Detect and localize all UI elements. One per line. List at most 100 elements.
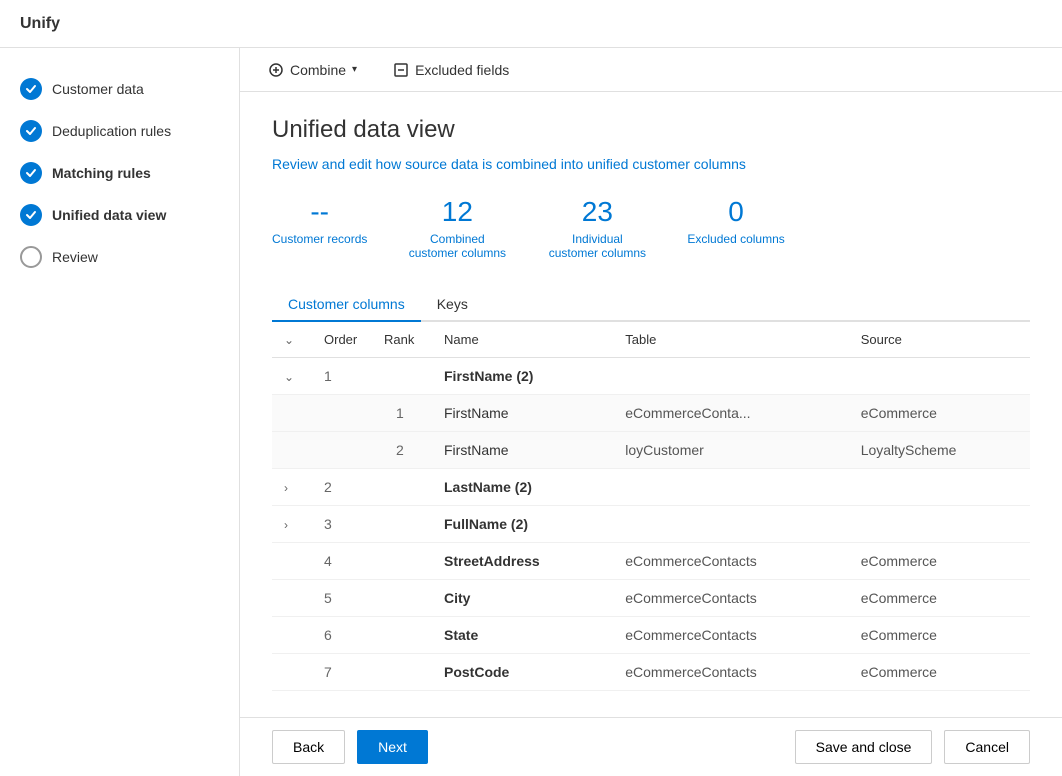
row-source: LoyaltyScheme [849, 432, 1030, 469]
row-expand-empty [272, 543, 312, 580]
tab-customer-columns[interactable]: Customer columns [272, 288, 421, 322]
row-name: FirstName [432, 395, 613, 432]
row-source: eCommerce [849, 395, 1030, 432]
stat-value-combined-columns: 12 [442, 196, 473, 228]
row-source [849, 358, 1030, 395]
sidebar-label-matching-rules: Matching rules [52, 165, 151, 181]
excluded-fields-button[interactable]: Excluded fields [385, 58, 517, 82]
table-row: 7 PostCode eCommerceContacts eCommerce [272, 654, 1030, 691]
row-source: eCommerce [849, 580, 1030, 617]
toolbar: Combine ▾ Excluded fields [240, 48, 1062, 92]
row-source [849, 506, 1030, 543]
row-table: eCommerceContacts [613, 617, 848, 654]
sidebar-item-deduplication-rules[interactable]: Deduplication rules [0, 110, 239, 152]
data-table: ⌄ Order Rank Name Table Source ⌄ 1 [272, 322, 1030, 691]
row-name: FirstName (2) [432, 358, 613, 395]
row-source: eCommerce [849, 654, 1030, 691]
stat-label-customer-records: Customer records [272, 232, 367, 246]
sidebar-item-customer-data[interactable]: Customer data [0, 68, 239, 110]
row-source: eCommerce [849, 617, 1030, 654]
table-row: 6 State eCommerceContacts eCommerce [272, 617, 1030, 654]
row-table: loyCustomer [613, 432, 848, 469]
th-order: Order [312, 322, 372, 358]
check-icon-customer-data [20, 78, 42, 100]
tab-keys[interactable]: Keys [421, 288, 484, 322]
table-row: 4 StreetAddress eCommerceContacts eComme… [272, 543, 1030, 580]
th-rank: Rank [372, 322, 432, 358]
row-order [312, 395, 372, 432]
stats-row: -- Customer records 12 Combined customer… [272, 196, 1030, 260]
chevron-right-icon-fullname[interactable]: › [284, 518, 288, 532]
row-order: 3 [312, 506, 372, 543]
row-table [613, 506, 848, 543]
excluded-fields-label: Excluded fields [415, 62, 509, 78]
row-name: FullName (2) [432, 506, 613, 543]
row-order: 2 [312, 469, 372, 506]
row-rank [372, 469, 432, 506]
combine-label: Combine [290, 62, 346, 78]
row-expand-empty [272, 580, 312, 617]
table-row: 5 City eCommerceContacts eCommerce [272, 580, 1030, 617]
main-layout: Customer data Deduplication rules Matchi… [0, 48, 1062, 776]
chevron-right-icon[interactable]: › [284, 481, 288, 495]
check-icon-matching-rules [20, 162, 42, 184]
back-button[interactable]: Back [272, 730, 345, 764]
row-order: 4 [312, 543, 372, 580]
stat-label-combined-columns: Combined customer columns [407, 232, 507, 260]
row-table [613, 358, 848, 395]
row-name: LastName (2) [432, 469, 613, 506]
sidebar-label-unified-data-view: Unified data view [52, 207, 166, 223]
footer-right: Save and close Cancel [795, 730, 1030, 764]
row-rank [372, 358, 432, 395]
content-area: Combine ▾ Excluded fields Unified data v… [240, 48, 1062, 776]
row-source: eCommerce [849, 543, 1030, 580]
combine-icon [268, 62, 284, 78]
row-order: 7 [312, 654, 372, 691]
save-close-button[interactable]: Save and close [795, 730, 933, 764]
app-title: Unify [20, 15, 60, 33]
cancel-button[interactable]: Cancel [944, 730, 1030, 764]
stat-value-individual-columns: 23 [582, 196, 613, 228]
page-content: Unified data view Review and edit how so… [240, 92, 1062, 717]
th-source: Source [849, 322, 1030, 358]
row-rank [372, 617, 432, 654]
stat-value-excluded-columns: 0 [728, 196, 744, 228]
sidebar-item-matching-rules[interactable]: Matching rules [0, 152, 239, 194]
table-row: › 3 FullName (2) [272, 506, 1030, 543]
sidebar-item-unified-data-view[interactable]: Unified data view [0, 194, 239, 236]
combine-button[interactable]: Combine ▾ [260, 58, 365, 82]
table-row: ⌄ 1 FirstName (2) [272, 358, 1030, 395]
row-rank [372, 506, 432, 543]
stat-value-customer-records: -- [310, 196, 329, 228]
chevron-down-icon[interactable]: ⌄ [284, 370, 294, 384]
footer: Back Next Save and close Cancel [240, 717, 1062, 776]
row-rank [372, 654, 432, 691]
table-row: 1 FirstName eCommerceContа... eCommerce [272, 395, 1030, 432]
page-subtitle: Review and edit how source data is combi… [272, 156, 1030, 172]
row-table: eCommerceContacts [613, 543, 848, 580]
row-name: FirstName [432, 432, 613, 469]
page-title: Unified data view [272, 116, 1030, 144]
row-expand-empty [272, 654, 312, 691]
row-order: 6 [312, 617, 372, 654]
row-name: City [432, 580, 613, 617]
sidebar: Customer data Deduplication rules Matchi… [0, 48, 240, 776]
sidebar-label-customer-data: Customer data [52, 81, 144, 97]
th-expand: ⌄ [272, 322, 312, 358]
row-table: eCommerceContacts [613, 654, 848, 691]
stat-individual-columns: 23 Individual customer columns [547, 196, 647, 260]
row-rank: 1 [372, 395, 432, 432]
row-indent [272, 395, 312, 432]
row-order: 5 [312, 580, 372, 617]
next-button[interactable]: Next [357, 730, 428, 764]
row-name: StreetAddress [432, 543, 613, 580]
row-indent [272, 432, 312, 469]
sidebar-item-review[interactable]: Review [0, 236, 239, 278]
stat-label-individual-columns: Individual customer columns [547, 232, 647, 260]
top-bar: Unify [0, 0, 1062, 48]
row-order [312, 432, 372, 469]
row-expand-empty [272, 617, 312, 654]
stat-combined-columns: 12 Combined customer columns [407, 196, 507, 260]
combine-chevron-icon: ▾ [352, 64, 357, 75]
sort-icon: ⌄ [284, 333, 294, 347]
